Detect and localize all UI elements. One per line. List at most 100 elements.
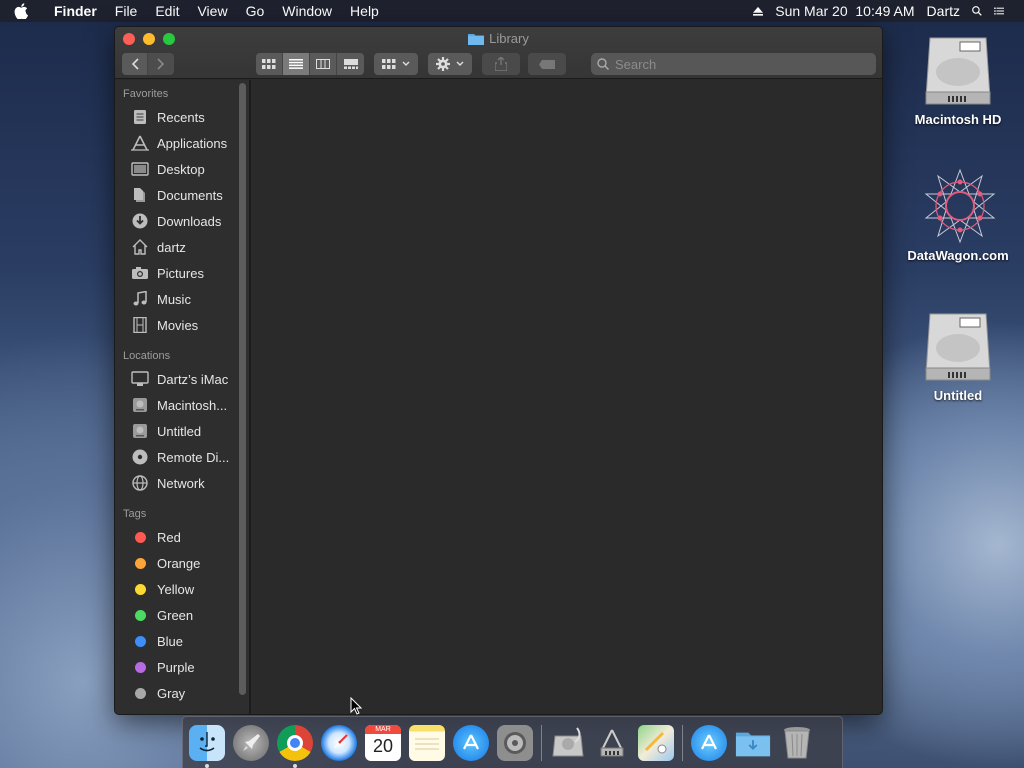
sidebar-item-label: Documents — [157, 187, 223, 203]
dock-calendar-icon[interactable]: MAR 20 — [365, 724, 401, 761]
desktop-icon-untitled[interactable]: Untitled — [898, 308, 1018, 403]
search-field[interactable] — [591, 53, 876, 75]
sidebar-item-music[interactable]: Music — [115, 286, 249, 312]
menubar-clock[interactable]: Sun Mar 20 10:49 AM — [769, 3, 920, 19]
forward-button[interactable] — [148, 53, 174, 75]
tag-color-dot — [134, 635, 146, 647]
dock-maps-icon[interactable] — [638, 724, 674, 761]
mouse-cursor-icon — [350, 696, 363, 720]
dock-system-preferences-icon[interactable] — [497, 724, 533, 761]
search-input[interactable] — [615, 56, 855, 72]
menu-app-finder[interactable]: Finder — [44, 0, 106, 22]
tag-color-dot — [134, 661, 146, 673]
eject-icon[interactable] — [747, 6, 769, 17]
sidebar-item-downloads[interactable]: Downloads — [115, 208, 249, 234]
desktop-icon-datawagon[interactable]: DataWagon.com — [898, 168, 1018, 263]
window-title: Library — [115, 31, 882, 46]
tag-color-dot — [134, 531, 146, 543]
dock-downloads-folder-icon[interactable] — [735, 725, 771, 761]
disk-icon — [131, 396, 149, 414]
sidebar-scrollbar[interactable] — [239, 83, 246, 695]
folder-icon — [468, 34, 485, 45]
dock-directory-utility-icon[interactable] — [594, 725, 630, 761]
menu-edit[interactable]: Edit — [146, 0, 188, 22]
menu-window[interactable]: Window — [273, 0, 341, 22]
sidebar-item-home[interactable]: dartz — [115, 234, 249, 260]
sidebar-tag-yellow[interactable]: Yellow — [115, 576, 249, 602]
desktop-icon-label: Untitled — [933, 388, 983, 403]
gallery-view-button[interactable] — [337, 53, 364, 75]
dock-safari-icon[interactable] — [321, 724, 357, 761]
tag-icon — [539, 59, 555, 69]
group-by-button[interactable] — [374, 53, 418, 75]
dock-launchpad-icon[interactable] — [233, 724, 269, 761]
sidebar-item-label: dartz — [157, 239, 186, 255]
sidebar-item-untitled[interactable]: Untitled — [115, 418, 249, 444]
sidebar-item-label: Dartz’s iMac — [157, 371, 229, 387]
file-list-area[interactable] — [251, 80, 882, 714]
sidebar-item-label: Blue — [157, 633, 184, 649]
sidebar-tag-orange[interactable]: Orange — [115, 550, 249, 576]
sidebar-tag-blue[interactable]: Blue — [115, 628, 249, 654]
calendar-day: 20 — [372, 735, 394, 756]
sidebar-item-recents[interactable]: Recents — [115, 104, 249, 130]
notification-center-icon[interactable] — [988, 5, 1010, 17]
column-view-icon — [316, 59, 330, 69]
column-view-button[interactable] — [310, 53, 337, 75]
sidebar-item-imac[interactable]: Dartz’s iMac — [115, 366, 249, 392]
dock-separator — [682, 724, 683, 761]
documents-icon — [131, 186, 149, 204]
menubar: Finder File Edit View Go Window Help Sun… — [0, 0, 1024, 22]
toolbar — [115, 53, 882, 75]
menubar-user[interactable]: Dartz — [921, 3, 966, 19]
menu-file[interactable]: File — [106, 0, 147, 22]
list-view-button[interactable] — [283, 53, 310, 75]
menu-go[interactable]: Go — [237, 0, 274, 22]
icon-view-button[interactable] — [256, 53, 283, 75]
sidebar-item-network[interactable]: Network — [115, 470, 249, 496]
dock-app-store-icon[interactable] — [453, 724, 489, 761]
sidebar-item-remote-disc[interactable]: Remote Di... — [115, 444, 249, 470]
menu-help[interactable]: Help — [341, 0, 388, 22]
chevron-down-icon — [456, 61, 464, 66]
action-menu-button[interactable] — [428, 53, 472, 75]
sidebar-tag-red[interactable]: Red — [115, 524, 249, 550]
tag-color-dot — [134, 609, 146, 621]
sidebar-item-movies[interactable]: Movies — [115, 312, 249, 338]
tags-button[interactable] — [528, 53, 566, 75]
share-button[interactable] — [482, 53, 520, 75]
sidebar-tag-purple[interactable]: Purple — [115, 654, 249, 680]
dock-chrome-icon[interactable] — [277, 724, 313, 768]
sidebar-item-applications[interactable]: Applications — [115, 130, 249, 156]
dock-app-store-folder-icon[interactable] — [691, 724, 727, 761]
sidebar-item-documents[interactable]: Documents — [115, 182, 249, 208]
dock-disk-utility-icon[interactable] — [550, 725, 586, 761]
network-icon — [131, 474, 149, 492]
dock-trash-icon[interactable] — [779, 725, 815, 761]
sidebar-item-label: Red — [157, 529, 181, 545]
dock-finder-icon[interactable] — [189, 724, 225, 768]
menu-view[interactable]: View — [188, 0, 236, 22]
sidebar-item-label: Applications — [157, 135, 228, 151]
sidebar-section-locations: Locations — [123, 350, 171, 362]
window-titlebar[interactable]: Library — [115, 27, 882, 79]
imac-icon — [131, 370, 149, 388]
sidebar-tag-gray[interactable]: Gray — [115, 680, 249, 706]
desktop-icon-label: DataWagon.com — [907, 248, 1009, 263]
gallery-view-icon — [343, 59, 358, 69]
sidebar-tag-green[interactable]: Green — [115, 602, 249, 628]
downloads-icon — [131, 212, 149, 230]
sidebar-item-label: Desktop — [157, 161, 205, 177]
back-button[interactable] — [122, 53, 148, 75]
sidebar-item-macintosh-hd[interactable]: Macintosh... — [115, 392, 249, 418]
sidebar-item-label: Orange — [157, 555, 201, 571]
dock-notes-icon[interactable] — [409, 724, 445, 761]
desktop-icon-macintosh-hd[interactable]: Macintosh HD — [898, 32, 1018, 127]
sidebar-item-desktop[interactable]: Desktop — [115, 156, 249, 182]
spotlight-search-icon[interactable] — [966, 4, 988, 18]
icon-view-icon — [262, 59, 276, 69]
sidebar-item-pictures[interactable]: Pictures — [115, 260, 249, 286]
sidebar-item-label: Music — [157, 291, 191, 307]
sidebar-item-label: Network — [157, 475, 205, 491]
apple-menu-icon[interactable] — [14, 3, 44, 19]
